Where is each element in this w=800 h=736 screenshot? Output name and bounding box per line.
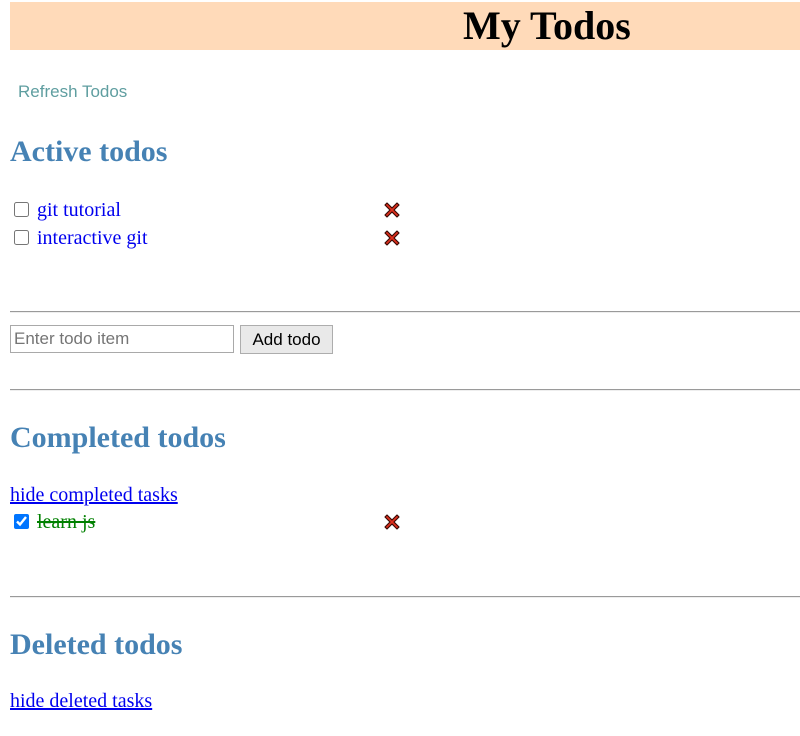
- active-todo-item: git tutorial: [14, 198, 414, 222]
- active-todo-item: interactive git: [14, 226, 414, 250]
- todo-input[interactable]: [10, 325, 234, 353]
- header-bar: My Todos: [10, 2, 800, 50]
- completed-todos-heading: Completed todos: [10, 421, 226, 454]
- divider: [10, 389, 800, 391]
- todo-app: My Todos Refresh Todos Active todos git …: [0, 0, 800, 736]
- active-todos-heading: Active todos: [10, 135, 168, 168]
- todo-text[interactable]: git tutorial: [37, 198, 121, 222]
- hide-completed-link[interactable]: hide completed tasks: [10, 483, 178, 507]
- close-icon[interactable]: [382, 228, 402, 248]
- close-icon[interactable]: [382, 512, 402, 532]
- todo-text[interactable]: interactive git: [37, 226, 148, 250]
- hide-deleted-link[interactable]: hide deleted tasks: [10, 689, 152, 713]
- page-title: My Todos: [463, 3, 631, 48]
- todo-checkbox[interactable]: [14, 230, 29, 245]
- todo-checkbox[interactable]: [14, 514, 29, 529]
- todo-checkbox[interactable]: [14, 202, 29, 217]
- refresh-todos-link[interactable]: Refresh Todos: [18, 82, 127, 102]
- completed-todo-item: learn js: [14, 510, 414, 534]
- divider: [10, 311, 800, 313]
- todo-text[interactable]: learn js: [37, 510, 95, 534]
- deleted-todos-heading: Deleted todos: [10, 628, 183, 661]
- add-todo-button[interactable]: Add todo: [240, 325, 333, 354]
- close-icon[interactable]: [382, 200, 402, 220]
- divider: [10, 596, 800, 598]
